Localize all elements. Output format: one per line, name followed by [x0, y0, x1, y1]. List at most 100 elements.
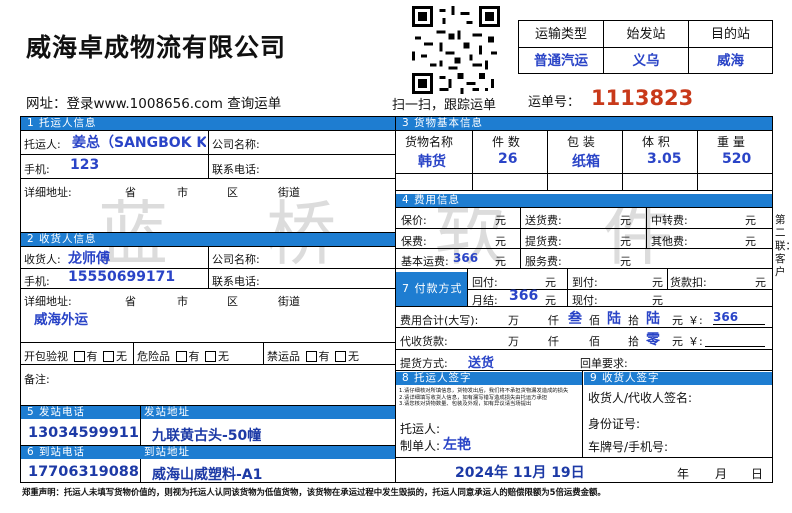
consignee-district: 区 [227, 295, 238, 308]
sign-id-label: 身份证号: [588, 417, 641, 431]
cod-yen: ￥: [688, 335, 703, 348]
goods-header-weight: 重 量 [717, 135, 745, 149]
total-yuan: 元 [672, 314, 683, 327]
open-inspect-yes-checkbox[interactable] [73, 351, 85, 362]
goods-volume: 3.05 [647, 151, 682, 167]
goods-header-count: 件 数 [492, 135, 520, 149]
dest-address: 威海山威塑料-A1 [152, 467, 263, 483]
fee-tihuo-label: 提货费: [525, 235, 562, 248]
footer-disclaimer: 郑重声明：托运人未填写货物价值的，则视为托运人认同该货物为低值货物，该货物在承运… [22, 487, 606, 497]
origin-address: 九联黄古头-50幢 [152, 428, 262, 444]
shipper-contact-label: 联系电话: [212, 163, 260, 176]
section-payment: 7 付款方式 [396, 272, 467, 306]
pay-xianfu-label: 现付: [572, 294, 598, 307]
fee-baojia-label: 保价: [401, 214, 427, 227]
fee-fuwu-label: 服务费: [525, 255, 562, 268]
pay-xianfu-unit: 元 [652, 294, 663, 307]
shipper-name: 姜总（SANGBOK K [72, 135, 206, 151]
goods-pack: 纸箱 [572, 154, 600, 170]
shipper-name-label: 托运人: [24, 138, 61, 151]
website-text: 网址：登录www.1008656.com 查询运单 [26, 96, 282, 112]
total-shi-value: 陆 [607, 311, 621, 327]
route-header-type: 运输类型 [519, 21, 604, 48]
fee-qita-label: 其他费: [651, 235, 688, 248]
yes-label: 有 [86, 350, 98, 363]
sign-plate-label: 车牌号/手机号: [588, 440, 669, 454]
fee-zhongzhuan-label: 中转费: [651, 214, 688, 227]
prohibited-label: 禁运品 [267, 350, 300, 363]
section-consignee: 2 收货人信息 [21, 233, 395, 246]
total-number: 366 [713, 310, 765, 325]
sign-note-1: 1.请仔细核对所填信息，货物发出后，我们将不承担货物漏发造成的损失 [399, 388, 569, 394]
consignee-city: 市 [177, 295, 188, 308]
fee-baojia-unit: 元 [495, 214, 506, 227]
dangerous-yes-checkbox[interactable] [175, 351, 187, 362]
pay-yuejie-unit: 元 [545, 294, 556, 307]
sign-maker: 左艳 [443, 437, 471, 453]
route-header-origin: 始发站 [604, 21, 689, 48]
waybill-number: 1113823 [591, 86, 694, 110]
shipper-province: 省 [125, 186, 136, 199]
pay-daofu-unit: 元 [652, 276, 663, 289]
total-bai: 佰 [589, 314, 600, 327]
fee-baofei-label: 保费: [401, 235, 427, 248]
sign-shipper-label: 托运人: [400, 422, 441, 436]
section-origin-phone: 5 发站电话 [21, 406, 140, 419]
consignee-name: 龙师傅 [68, 251, 110, 267]
remark-label: 备注: [24, 373, 50, 386]
sign-maker-label: 制单人: [400, 439, 441, 453]
pay-daofu-label: 到付: [572, 276, 598, 289]
goods-name: 韩货 [418, 154, 446, 170]
origin-phone: 13034599911 [28, 425, 139, 441]
shipper-address-label: 详细地址: [24, 186, 72, 199]
consignee-province: 省 [125, 295, 136, 308]
route-value-dest: 威海 [717, 53, 744, 69]
pickup-label: 提货方式: [400, 357, 448, 370]
total-wan: 万 [508, 314, 519, 327]
open-inspect-no-checkbox[interactable] [103, 351, 114, 362]
section-shipper-sign: 8 托运人签字 [396, 372, 582, 385]
dangerous-label: 危险品 [137, 350, 170, 363]
fee-qita-unit: 元 [745, 235, 756, 248]
total-qian: 仟 [548, 314, 559, 327]
prohibited-no-checkbox[interactable] [335, 351, 346, 362]
cod-bai: 佰 [589, 335, 600, 348]
waybill-label: 运单号： [528, 95, 581, 110]
section-dest-address: 到站地址 [140, 446, 395, 459]
total-label: 费用合计(大写): [400, 314, 479, 327]
consignee-contact-label: 联系电话: [212, 275, 260, 288]
fee-tihuo-unit: 元 [620, 235, 631, 248]
yes-label: 有 [188, 350, 200, 363]
fee-jiben-unit: 元 [495, 255, 506, 268]
consignee-company-label: 公司名称: [212, 253, 260, 266]
cod-qian: 仟 [548, 335, 559, 348]
cod-yuan: 元 [672, 335, 683, 348]
pay-yuejie-value: 366 [509, 288, 539, 304]
dangerous-row: 危险品 有 无 [137, 348, 229, 364]
dangerous-no-checkbox[interactable] [205, 351, 216, 362]
section-dest-phone: 6 到站电话 [21, 446, 140, 459]
sign-year: 年 [677, 467, 690, 481]
consignee-address: 威海外运 [34, 312, 88, 328]
goods-header-volume: 体 积 [642, 135, 670, 149]
pickup-value: 送货 [468, 356, 495, 371]
sign-consignee-label: 收货人/代收人签名: [588, 391, 693, 405]
cod-label: 代收货款: [400, 335, 448, 348]
cod-jiao-value: 零 [646, 332, 660, 348]
sign-notes: 1.请仔细核对所填信息，货物发出后，我们将不承担货物漏发造成的损失 2.请详细填… [399, 388, 569, 408]
route-value-type: 普通汽运 [519, 48, 604, 74]
goods-header-pack: 包 装 [567, 135, 595, 149]
pay-huifu-unit: 元 [545, 276, 556, 289]
pay-huokuankou-label: 货款扣: [670, 276, 707, 289]
total-bai-value: 叁 [568, 311, 582, 327]
sign-day: 日 [751, 467, 764, 481]
consignee-name-label: 收货人: [24, 253, 61, 266]
pay-huokuankou-unit: 元 [755, 276, 766, 289]
total-shi: 拾 [628, 314, 639, 327]
no-label: 无 [116, 350, 127, 363]
fee-songhuo-unit: 元 [620, 214, 631, 227]
route-table: 运输类型 始发站 目的站 普通汽运 义乌 威海 [518, 20, 773, 74]
prohibited-yes-checkbox[interactable] [305, 351, 317, 362]
goods-header-name: 货物名称 [405, 135, 454, 149]
check-row: 开包验视 有 无 [24, 348, 127, 364]
